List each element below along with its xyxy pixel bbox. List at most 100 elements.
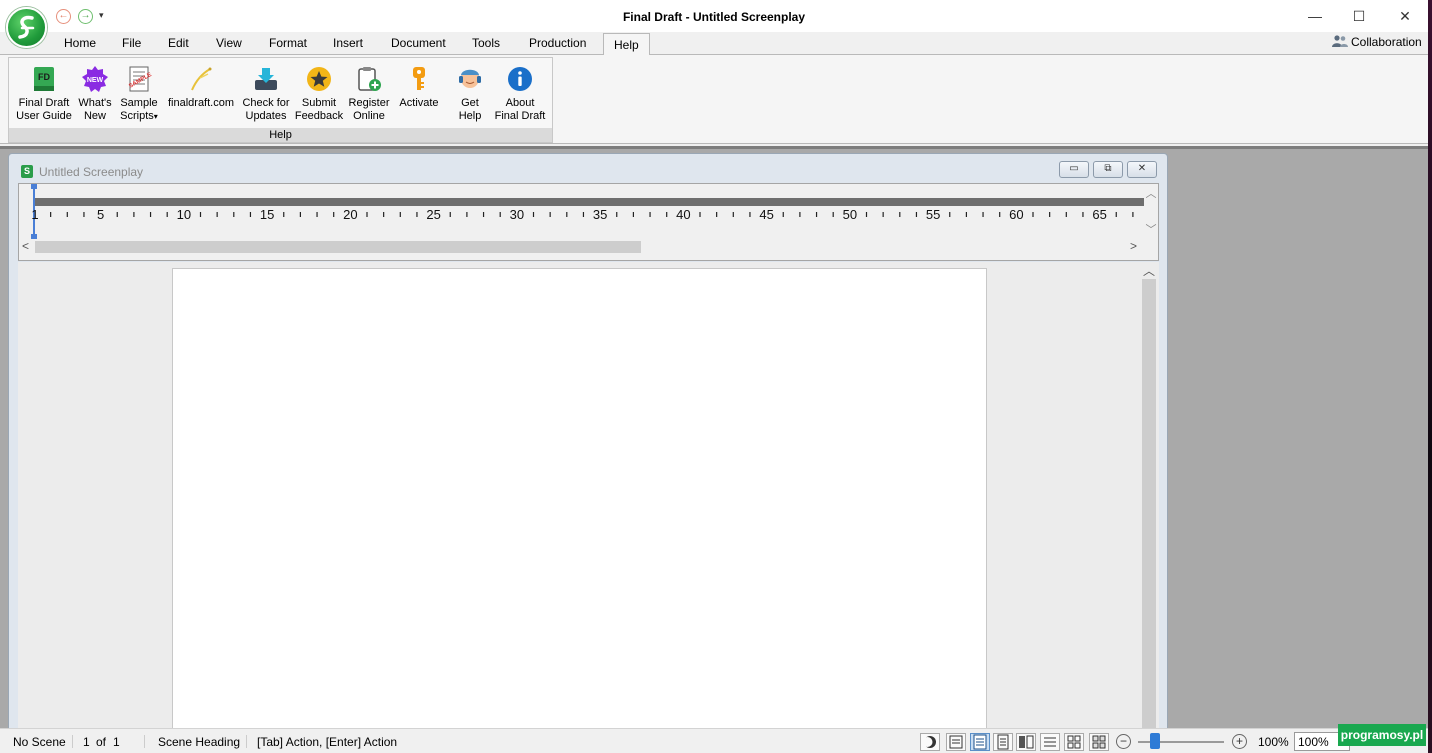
svg-text:NEW: NEW [87, 77, 104, 84]
final-draft-logo-icon[interactable] [6, 7, 47, 48]
star-icon [306, 66, 332, 92]
ruler-label: 30 [510, 207, 524, 222]
zoom-in-icon[interactable]: + [1232, 734, 1247, 749]
svg-text:FD: FD [38, 72, 50, 82]
clipboard-add-icon [356, 66, 382, 92]
ruler-label: 55 [926, 207, 940, 222]
script-cards-view-icon[interactable] [1089, 733, 1109, 751]
status-bar: No Scene 1 of 1 Scene Heading [Tab] Acti… [0, 728, 1428, 753]
tab-view[interactable]: View [216, 36, 242, 54]
info-icon [507, 66, 533, 92]
maximize-button[interactable]: ☐ [1336, 0, 1382, 32]
ruler-label: 65 [1092, 207, 1106, 222]
tab-document[interactable]: Document [391, 36, 446, 54]
activate-button[interactable]: Activate [395, 62, 443, 110]
script-page-area: ︿ [18, 262, 1159, 732]
current-element[interactable]: Scene Heading [158, 735, 240, 749]
index-cards-view-icon[interactable] [1064, 733, 1084, 751]
scene-view-icon[interactable] [1040, 733, 1060, 751]
document-minimize-button[interactable]: ▭ [1059, 161, 1089, 178]
scroll-up-icon[interactable]: ︿ [1143, 262, 1155, 279]
status-divider [72, 735, 73, 748]
document-icon: S [21, 165, 33, 178]
ruler-label: 45 [759, 207, 773, 222]
people-icon [1332, 35, 1348, 47]
close-button[interactable]: ✕ [1382, 0, 1428, 32]
ruler[interactable]: 1 5 10 15 20 25 30 35 40 45 50 55 60 65 [19, 184, 1144, 242]
tab-production[interactable]: Production [529, 36, 586, 54]
about-final-draft-button[interactable]: About Final Draft [491, 62, 549, 123]
tab-tools[interactable]: Tools [472, 36, 500, 54]
user-guide-label-1: Final Draft [18, 97, 70, 109]
submit-feedback-label-1: Submit [301, 97, 337, 109]
horizontal-scrollbar[interactable]: < > [19, 238, 1144, 254]
tab-file[interactable]: File [122, 36, 141, 54]
ruler-label: 25 [426, 207, 440, 222]
sample-scripts-label-1: Sample [120, 97, 158, 109]
page-of: of [96, 735, 107, 749]
submit-feedback-label-2: Feedback [294, 110, 344, 122]
document-window: S Untitled Screenplay ▭ ⧉ ✕ 1 5 10 15 20 25 30… [8, 153, 1168, 732]
window-title: Final Draft - Untitled Screenplay [622, 10, 806, 24]
document-close-button[interactable]: ✕ [1127, 161, 1157, 178]
night-mode-icon[interactable] [920, 733, 940, 751]
scroll-right-icon[interactable]: > [1130, 239, 1137, 253]
normal-view-icon[interactable] [946, 733, 966, 751]
key-icon [406, 66, 432, 92]
user-guide-label-2: User Guide [16, 110, 72, 122]
sample-scripts-label-2: Scripts [120, 110, 154, 122]
download-updates-icon [253, 66, 279, 92]
ruler-area: 1 5 10 15 20 25 30 35 40 45 50 55 60 65 ︿ ﹀ < > [18, 183, 1159, 261]
sample-scripts-button[interactable]: SAMPLE Sample Scripts▾ [117, 62, 161, 123]
tab-edit[interactable]: Edit [168, 36, 189, 54]
user-guide-button[interactable]: FD Final Draft User Guide [13, 62, 75, 123]
collaboration-label: Collaboration [1351, 35, 1422, 49]
get-help-button[interactable]: Get Help [449, 62, 491, 123]
minimize-button[interactable]: — [1292, 0, 1338, 32]
ruler-label: 5 [97, 207, 104, 222]
dual-page-view-icon[interactable] [1016, 733, 1036, 751]
zoom-slider-thumb[interactable] [1150, 733, 1161, 749]
status-divider [144, 735, 145, 748]
help-ribbon-group: FD Final Draft User Guide NEW What's New… [8, 57, 553, 143]
zoom-out-icon[interactable]: − [1116, 734, 1131, 749]
app-window: ← → ▾ Final Draft - Untitled Screenplay … [0, 0, 1428, 753]
ribbon-tabs: Home File Edit View Format Insert Docume… [0, 32, 1428, 55]
vertical-scrollbar[interactable]: ︿ [1140, 262, 1157, 732]
check-updates-label-2: Updates [245, 110, 287, 122]
watermark: programosy.pl [1338, 724, 1426, 746]
ruler-scrollbar[interactable]: ︿ ﹀ [1144, 184, 1158, 242]
speed-view-icon[interactable] [993, 733, 1013, 751]
register-online-button[interactable]: Register Online [345, 62, 393, 123]
desktop-edge [1428, 0, 1432, 753]
scroll-left-icon[interactable]: < [22, 239, 29, 253]
check-updates-button[interactable]: Check for Updates [239, 62, 293, 123]
submit-feedback-button[interactable]: Submit Feedback [293, 62, 345, 123]
check-updates-label-1: Check for [242, 97, 290, 109]
tab-format[interactable]: Format [269, 36, 307, 54]
page-total: 1 [113, 735, 120, 749]
ruler-label: 1 [31, 207, 38, 222]
status-divider [246, 735, 247, 748]
ruler-label: 40 [676, 207, 690, 222]
script-page[interactable] [172, 268, 987, 732]
finaldraft-com-label: finaldraft.com [167, 97, 235, 109]
ribbon-panel: FD Final Draft User Guide NEW What's New… [0, 54, 1428, 144]
horizontal-scroll-thumb[interactable] [35, 241, 641, 253]
get-help-label-2: Help [458, 110, 482, 122]
tab-home[interactable]: Home [64, 36, 96, 54]
page-view-icon[interactable] [970, 733, 990, 751]
scene-indicator: No Scene [13, 735, 66, 749]
vertical-scroll-thumb[interactable] [1142, 279, 1156, 732]
document-restore-button[interactable]: ⧉ [1093, 161, 1123, 178]
ruler-label: 50 [843, 207, 857, 222]
whats-new-button[interactable]: NEW What's New [75, 62, 115, 123]
ruler-ticks [50, 212, 1134, 217]
finaldraft-com-button[interactable]: finaldraft.com [163, 62, 239, 110]
support-agent-icon [457, 66, 483, 92]
tab-help[interactable]: Help [603, 33, 650, 55]
tab-insert[interactable]: Insert [333, 36, 363, 54]
collaboration-button[interactable]: Collaboration [1332, 34, 1422, 49]
indent-marker-top[interactable] [31, 184, 37, 189]
register-online-label-1: Register [348, 97, 390, 109]
